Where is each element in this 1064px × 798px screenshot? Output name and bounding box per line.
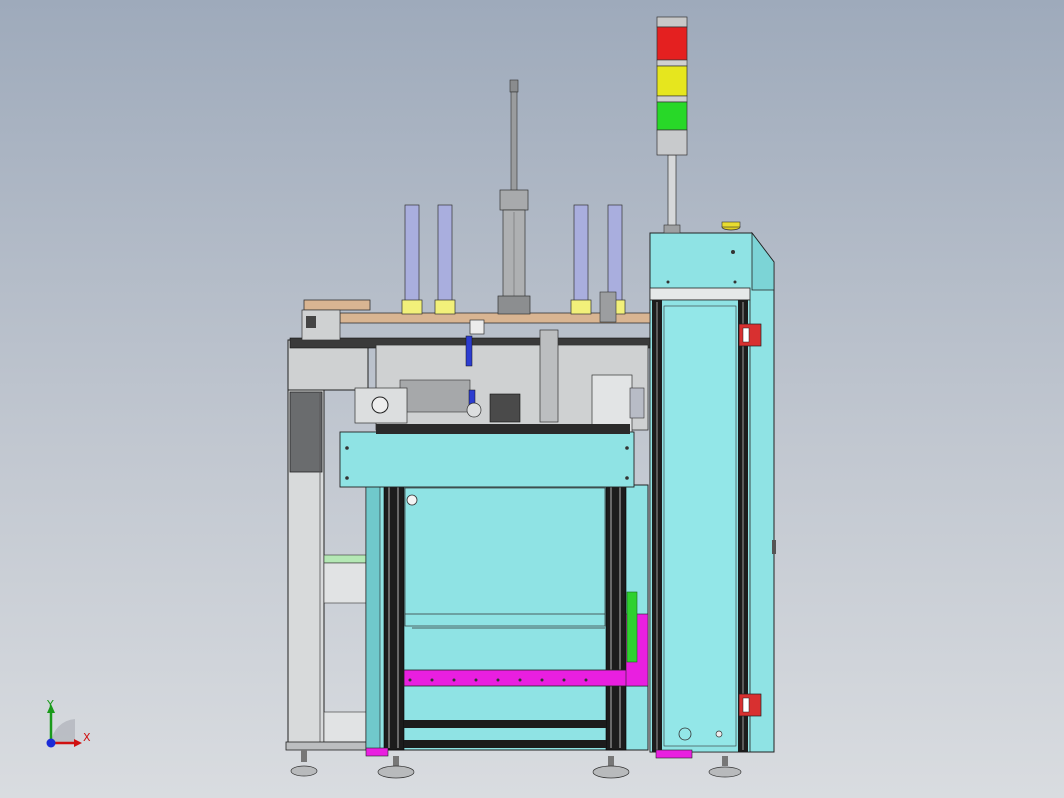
y-axis-label: Y [47, 698, 54, 711]
x-axis-label: X [83, 731, 91, 744]
cad-viewport[interactable]: Y X [0, 0, 1064, 798]
light-tower[interactable] [656, 16, 688, 234]
center-actuator [497, 79, 531, 315]
main-cabinet[interactable] [649, 221, 776, 759]
lower-frame [365, 484, 649, 757]
coordinate-triad: Y X [30, 695, 110, 765]
triad-axes-icon [46, 704, 82, 748]
machine-model[interactable] [0, 0, 1064, 798]
